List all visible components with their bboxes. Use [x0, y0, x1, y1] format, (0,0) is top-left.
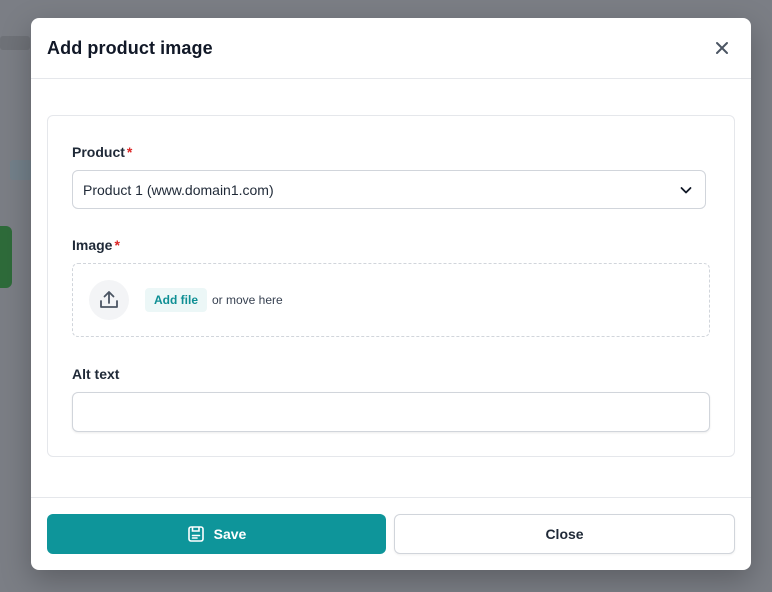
close-button[interactable]: Close: [394, 514, 735, 554]
modal-footer: Save Close: [31, 497, 751, 570]
product-label: Product *: [72, 144, 710, 160]
add-file-button[interactable]: Add file: [145, 288, 207, 312]
save-button-label: Save: [213, 526, 247, 542]
form-card: Product * Product 1 (www.domain1.com) Ima…: [47, 115, 735, 457]
background-blur: [0, 36, 30, 50]
required-mark: *: [126, 144, 133, 160]
product-select[interactable]: Product 1 (www.domain1.com): [72, 170, 706, 209]
image-label: Image *: [72, 237, 710, 253]
save-button[interactable]: Save: [47, 514, 386, 554]
upload-icon: [89, 280, 129, 320]
modal-body: Product * Product 1 (www.domain1.com) Ima…: [31, 79, 751, 457]
chevron-down-icon: [680, 186, 692, 193]
save-icon: [187, 526, 204, 542]
product-label-text: Product: [72, 144, 125, 160]
drop-hint: or move here: [212, 293, 283, 307]
alt-text-input[interactable]: [72, 392, 710, 432]
close-button-label: Close: [545, 526, 584, 542]
image-dropzone[interactable]: Add file or move here: [72, 263, 710, 337]
add-product-image-modal: Add product image Product * Product 1 (ww…: [31, 18, 751, 570]
close-icon[interactable]: [711, 37, 733, 59]
background-blur: [10, 160, 32, 180]
alt-text-label: Alt text: [72, 366, 120, 382]
modal-header: Add product image: [31, 18, 751, 79]
required-mark: *: [114, 237, 120, 253]
modal-title: Add product image: [47, 37, 213, 58]
image-label-text: Image: [72, 237, 113, 253]
product-selected-value: Product 1 (www.domain1.com): [83, 181, 274, 198]
background-blur: [0, 226, 12, 288]
